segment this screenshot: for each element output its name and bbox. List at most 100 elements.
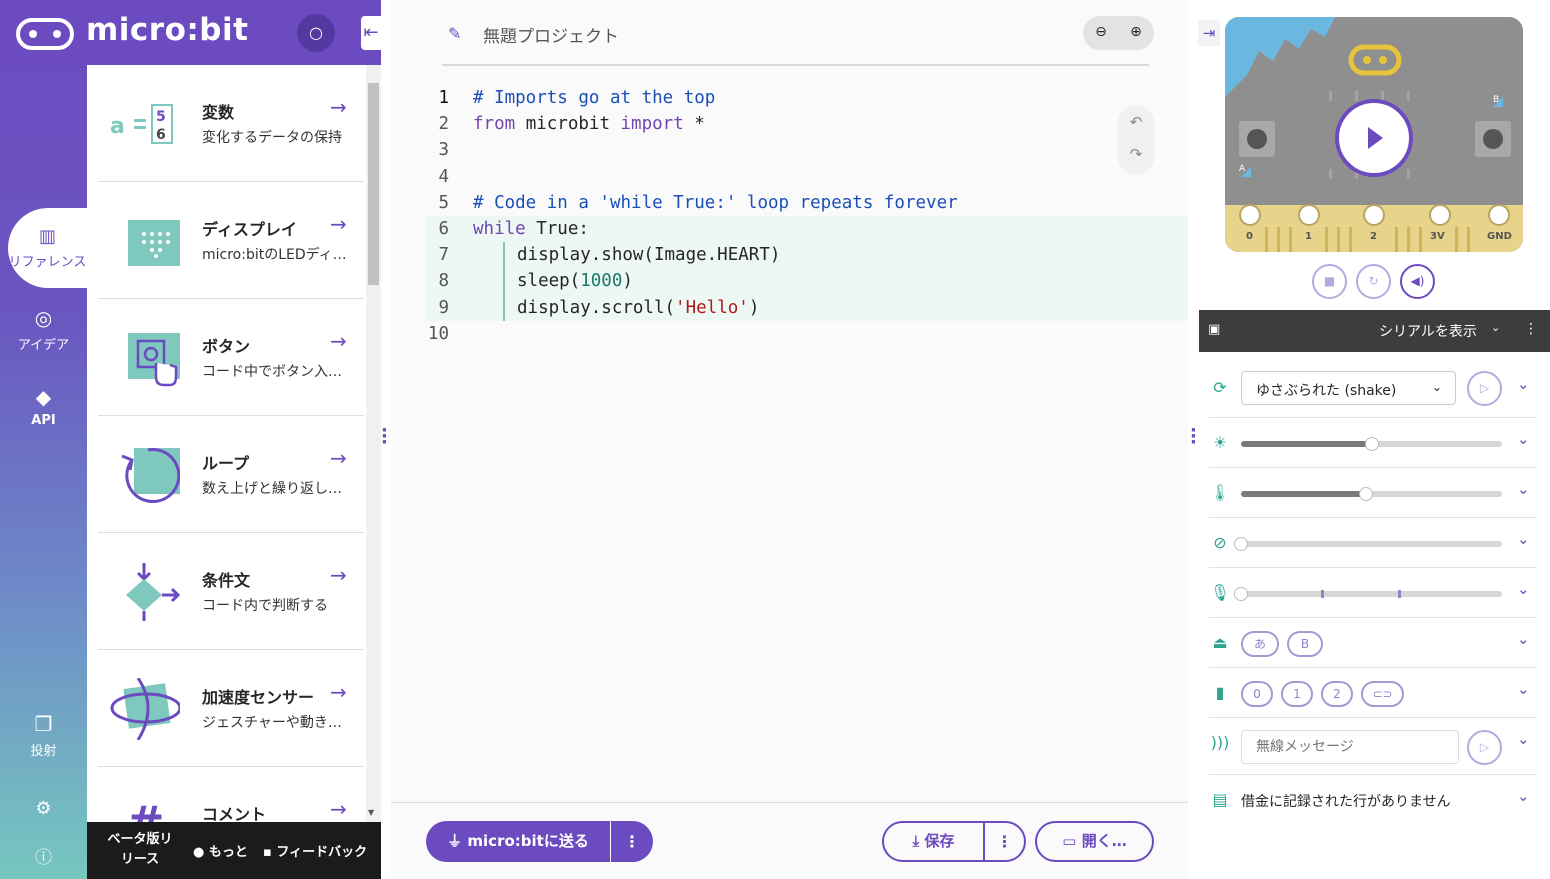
arrow-right-icon: → xyxy=(330,329,347,353)
compass-slider[interactable] xyxy=(1234,537,1502,551)
feedback-icon: ▪ xyxy=(263,845,272,860)
line-number: 3 xyxy=(438,140,449,161)
temperature-slider[interactable] xyxy=(1241,487,1502,501)
save-label: 保存 xyxy=(924,832,955,850)
arrow-right-icon: → xyxy=(330,797,347,821)
microbit-board: A B 0 1 2 3V GND xyxy=(1225,17,1523,252)
tab-api[interactable]: ◆ API xyxy=(0,385,87,428)
tab-project[interactable]: ❐ 投射 xyxy=(0,712,87,759)
mute-button[interactable]: ◀) xyxy=(1400,264,1435,299)
ref-item-title: ボタン xyxy=(202,337,251,356)
ref-item-buttons[interactable]: ボタン コード中でボタン入力を使う → xyxy=(98,299,364,416)
pin-1-toggle[interactable]: 1 xyxy=(1281,681,1313,707)
more-link[interactable]: ● もっと xyxy=(193,841,248,860)
gesture-value: ゆさぶられた (shake) xyxy=(1256,383,1397,399)
slider-knob[interactable] xyxy=(1234,587,1248,601)
pin-2-toggle[interactable]: 2 xyxy=(1321,681,1353,707)
ref-item-variables[interactable]: a 5 6 変数 変化するデータの保持 → xyxy=(98,65,364,182)
tab-project-label: 投射 xyxy=(30,744,57,759)
ref-item-loops[interactable]: ループ 数え上げと繰り返し処理 → xyxy=(98,416,364,533)
simulator-resize-handle[interactable]: · · · xyxy=(1190,422,1197,452)
zoom-out-button[interactable]: ⊖ xyxy=(1093,24,1109,40)
chevron-down-icon[interactable]: ⌄ xyxy=(1517,730,1530,748)
logo-touch-toggle[interactable]: ⊂⊃ xyxy=(1361,681,1404,707)
settings-button[interactable]: ⚙ xyxy=(0,798,87,819)
reference-footer: ベータ版リリース ● もっと ▪ フィードバック xyxy=(87,822,381,879)
chevron-down-icon: ⌄ xyxy=(1491,321,1501,334)
open-button[interactable]: ▭ 開く… xyxy=(1035,821,1154,862)
slider-knob[interactable] xyxy=(1364,437,1379,451)
chevron-down-icon[interactable]: ⌄ xyxy=(1517,430,1530,448)
gesture-select[interactable]: ゆさぶられた (shake) ⌄ xyxy=(1241,371,1456,405)
light-slider[interactable] xyxy=(1241,437,1502,451)
more-options-icon[interactable]: ⋮ xyxy=(1524,321,1538,337)
send-to-microbit-button[interactable]: ⏚ micro:bitに送る xyxy=(426,821,610,862)
chevron-down-icon[interactable]: ⌄ xyxy=(1517,375,1530,393)
compass-row: ⊘ ⌄ xyxy=(1209,518,1537,568)
reset-button[interactable]: ↻ xyxy=(1356,264,1391,299)
open-label: 開く… xyxy=(1081,832,1127,850)
slider-knob[interactable] xyxy=(1359,487,1374,501)
pin-label: 0 xyxy=(1246,231,1253,242)
code-line: 6 while True: xyxy=(425,215,1188,243)
chevron-down-icon[interactable]: ⌄ xyxy=(1517,580,1530,598)
zoom-in-button[interactable]: ⊕ xyxy=(1128,24,1144,40)
collapse-sidebar-button[interactable]: ⇤ xyxy=(361,16,381,50)
search-button[interactable]: ○ xyxy=(297,14,335,52)
microphone-icon: 🎙 xyxy=(1209,583,1231,602)
ref-item-title: 条件文 xyxy=(202,571,251,590)
help-button[interactable]: ⓘ xyxy=(0,843,87,868)
pin-label: 2 xyxy=(1370,231,1377,242)
collapse-simulator-button[interactable]: ⇥ xyxy=(1198,20,1220,46)
chevron-down-icon[interactable]: ⌄ xyxy=(1517,480,1530,498)
scrollbar-thumb[interactable] xyxy=(368,83,379,285)
loop-icon xyxy=(121,448,180,503)
scroll-down-icon[interactable]: ▼ xyxy=(368,808,374,817)
pin-0-toggle[interactable]: 0 xyxy=(1241,681,1273,707)
datalog-status: 借金に記録された行がありません xyxy=(1241,794,1451,810)
button-a-toggle[interactable]: あ xyxy=(1241,631,1279,657)
gear-icon: ⚙ xyxy=(35,798,52,819)
radio-message-input[interactable] xyxy=(1241,730,1459,764)
button-b-toggle[interactable]: B xyxy=(1287,631,1323,657)
slider-knob[interactable] xyxy=(1234,537,1248,551)
chevron-down-icon[interactable]: ⌄ xyxy=(1517,530,1530,548)
feedback-link[interactable]: ▪ フィードバック xyxy=(263,841,367,860)
stop-button[interactable]: ■ xyxy=(1312,264,1347,299)
save-button[interactable]: ⤓ 保存 xyxy=(882,821,985,862)
sidebar-resize-handle[interactable]: · · · xyxy=(381,422,388,452)
beta-release-link[interactable]: ベータ版リリース xyxy=(103,830,177,870)
line-number: 10 xyxy=(427,323,449,344)
button-b-label: B xyxy=(1493,95,1500,105)
save-more-button[interactable]: ⋮ xyxy=(983,821,1026,862)
send-radio-button[interactable]: ▷ xyxy=(1467,730,1502,765)
undo-button[interactable]: ↶ xyxy=(1118,113,1154,131)
svg-text:5: 5 xyxy=(156,109,166,125)
tab-reference[interactable]: ▥ リファレンス xyxy=(8,208,87,288)
sun-icon: ☀ xyxy=(1212,433,1228,452)
arrow-right-icon: → xyxy=(330,680,347,704)
send-more-button[interactable]: ⋮ xyxy=(611,821,653,862)
arrow-right-icon: → xyxy=(330,95,347,119)
simulator-play-button[interactable] xyxy=(1336,99,1412,175)
line-number: 5 xyxy=(438,192,449,213)
serial-bar[interactable]: ▣ シリアルを表示 ⌄ ⋮ xyxy=(1199,310,1550,352)
ref-item-conditionals[interactable]: 条件文 コード内で判断する → xyxy=(98,533,364,650)
tab-ideas[interactable]: ◎ アイデア xyxy=(0,306,87,353)
code-line: 2 from microbit import * xyxy=(425,111,1188,137)
search-icon: ○ xyxy=(309,23,323,42)
send-gesture-button[interactable]: ▷ xyxy=(1467,371,1502,406)
ref-item-display[interactable]: ディスプレイ micro:bitのLEDディスプレイ → xyxy=(98,182,364,299)
chevron-down-icon[interactable]: ⌄ xyxy=(1517,630,1530,648)
redo-button[interactable]: ↷ xyxy=(1118,145,1154,163)
chevron-down-icon[interactable]: ⌄ xyxy=(1517,787,1530,805)
code-editor[interactable]: 1 # Imports go at the top 2 from microbit … xyxy=(425,85,1188,347)
tab-ideas-label: アイデア xyxy=(17,338,70,353)
ref-item-comments[interactable]: # コメント → xyxy=(98,767,364,822)
touch-icon: ▮ xyxy=(1215,683,1225,702)
sound-slider[interactable] xyxy=(1234,587,1502,601)
chevron-down-icon[interactable]: ⌄ xyxy=(1517,680,1530,698)
button-icon xyxy=(128,333,180,387)
project-name-field[interactable]: ✎ 無題プロジェクト xyxy=(442,18,1149,66)
ref-item-accelerometer[interactable]: 加速度センサー ジェスチャーや動きの検出 → xyxy=(98,650,364,767)
